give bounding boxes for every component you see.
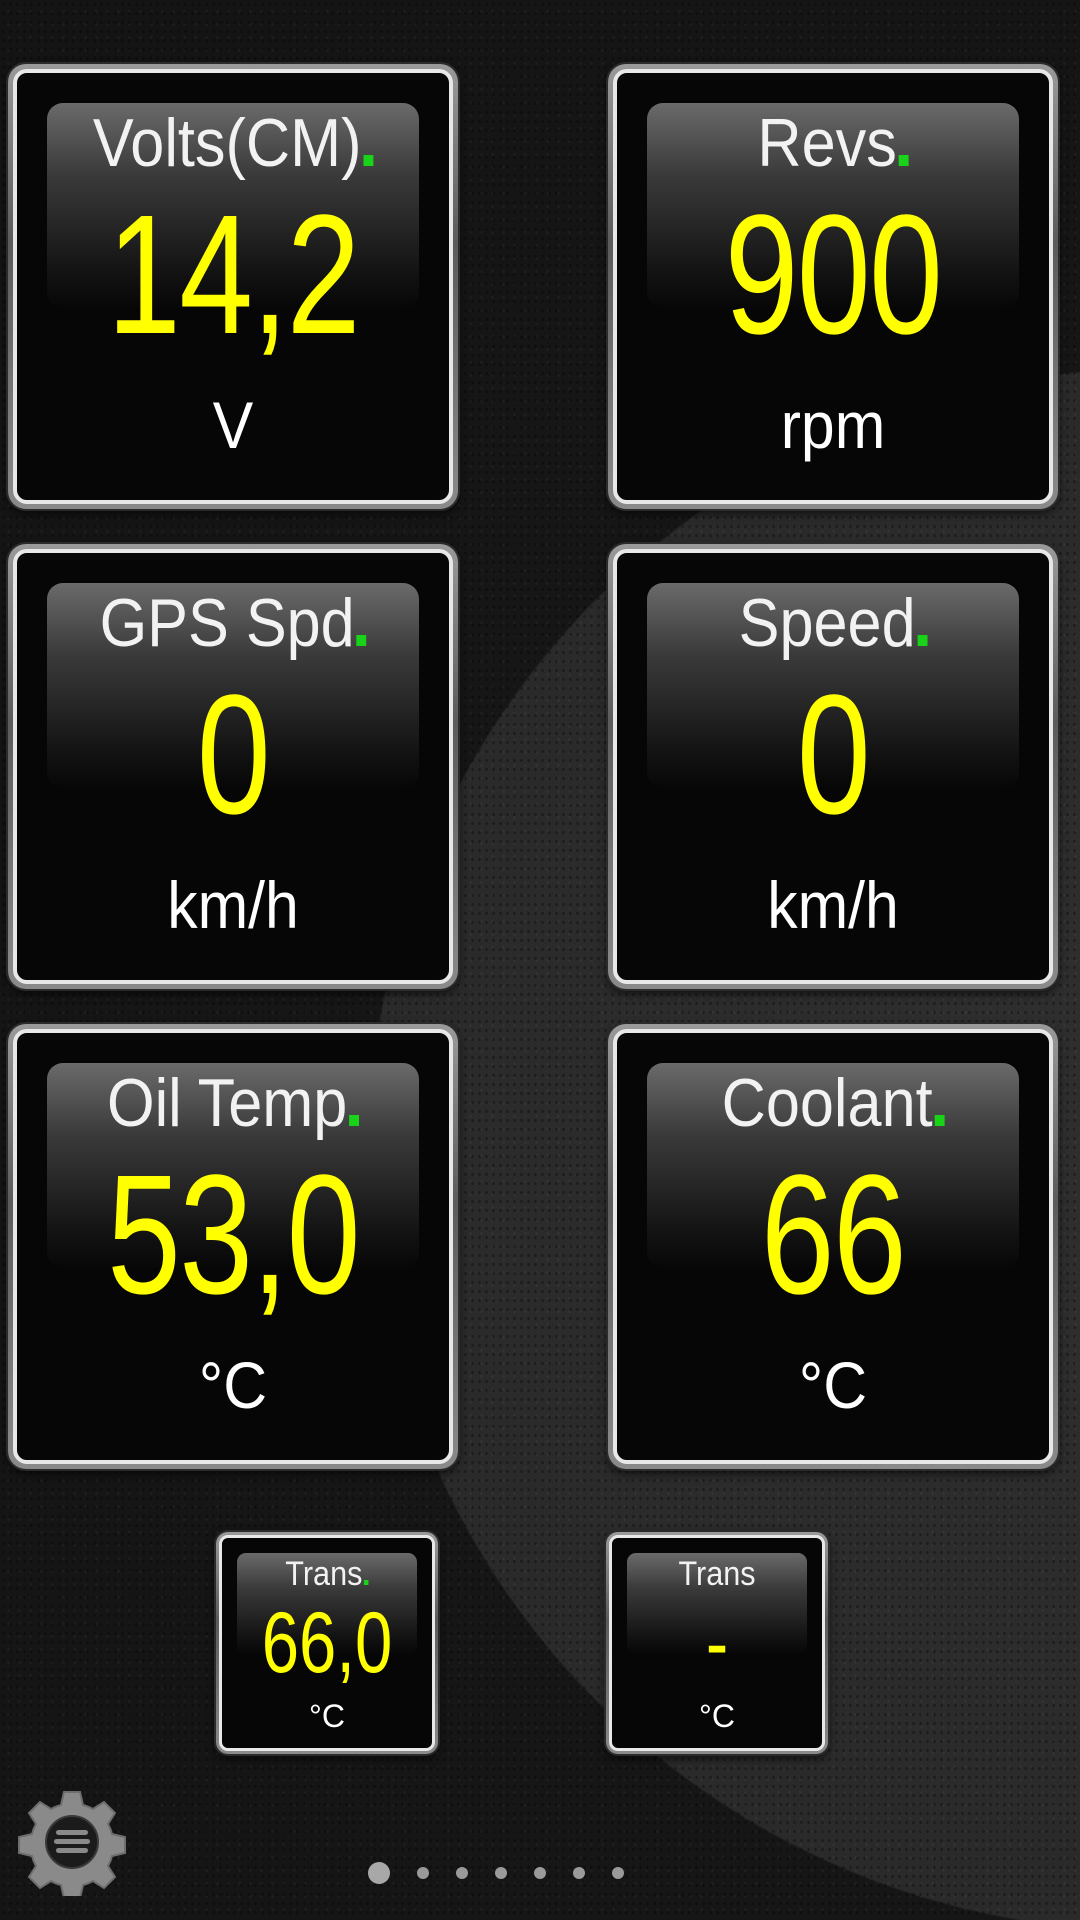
page-dot-4[interactable] [495, 1867, 507, 1879]
gauge-title: Trans [233, 1554, 422, 1594]
page-dot-5[interactable] [534, 1867, 546, 1879]
gauge-value: 14,2 [107, 180, 360, 370]
gear-menu-icon [18, 1791, 126, 1899]
gauge-value: - [705, 1595, 729, 1691]
gauge-value: 0 [796, 660, 871, 850]
gauge-unit: °C [198, 1348, 268, 1422]
page-dot-6[interactable] [573, 1867, 585, 1879]
gauge-oil-temp[interactable]: Oil Temp 53,0 °C [8, 1024, 458, 1469]
page-dot-2[interactable] [417, 1867, 429, 1879]
status-dot [349, 1115, 360, 1126]
gauge-unit: V [212, 388, 254, 462]
gauge-title: GPS Spd [39, 583, 428, 663]
gauge-coolant[interactable]: Coolant 66 °C [608, 1024, 1058, 1469]
gauge-title: Revs [639, 103, 1028, 183]
gauge-volts[interactable]: Volts(CM) 14,2 V [8, 64, 458, 509]
gauge-unit: °C [309, 1698, 345, 1734]
gauge-gps-speed[interactable]: GPS Spd 0 km/h [8, 544, 458, 989]
gauge-title: Trans [678, 1555, 756, 1593]
gauge-title: Speed [639, 583, 1028, 663]
settings-button[interactable] [18, 1788, 126, 1899]
gauge-value: 66 [760, 1140, 907, 1330]
gauge-unit: °C [699, 1698, 735, 1734]
status-dot [363, 155, 374, 166]
gauge-unit: °C [798, 1348, 868, 1422]
gauge-speed[interactable]: Speed 0 km/h [608, 544, 1058, 989]
gauge-revs[interactable]: Revs 900 rpm [608, 64, 1058, 509]
gauge-value: 900 [724, 180, 943, 370]
gauge-title: Volts(CM) [39, 103, 428, 183]
gauge-trans-temp-2[interactable]: Trans - °C [606, 1532, 828, 1754]
gauge-title: Oil Temp [39, 1063, 428, 1143]
page-dot-7[interactable] [612, 1867, 624, 1879]
gauge-title: Coolant [639, 1063, 1028, 1143]
page-dot-3[interactable] [456, 1867, 468, 1879]
gauge-trans-temp[interactable]: Trans 66,0 °C [216, 1532, 438, 1754]
gauge-value: 66,0 [261, 1595, 393, 1691]
status-dot [917, 635, 928, 646]
gauge-unit: rpm [780, 388, 886, 462]
status-dot [898, 155, 909, 166]
gauge-unit: km/h [167, 868, 299, 942]
status-dot [356, 635, 367, 646]
page-dot-1[interactable] [368, 1862, 390, 1884]
page-indicator[interactable] [368, 1862, 624, 1884]
gauge-value: 53,0 [107, 1140, 360, 1330]
status-dot [364, 1580, 369, 1585]
status-dot [934, 1115, 945, 1126]
gauge-value: 0 [196, 660, 271, 850]
gauge-unit: km/h [767, 868, 899, 942]
